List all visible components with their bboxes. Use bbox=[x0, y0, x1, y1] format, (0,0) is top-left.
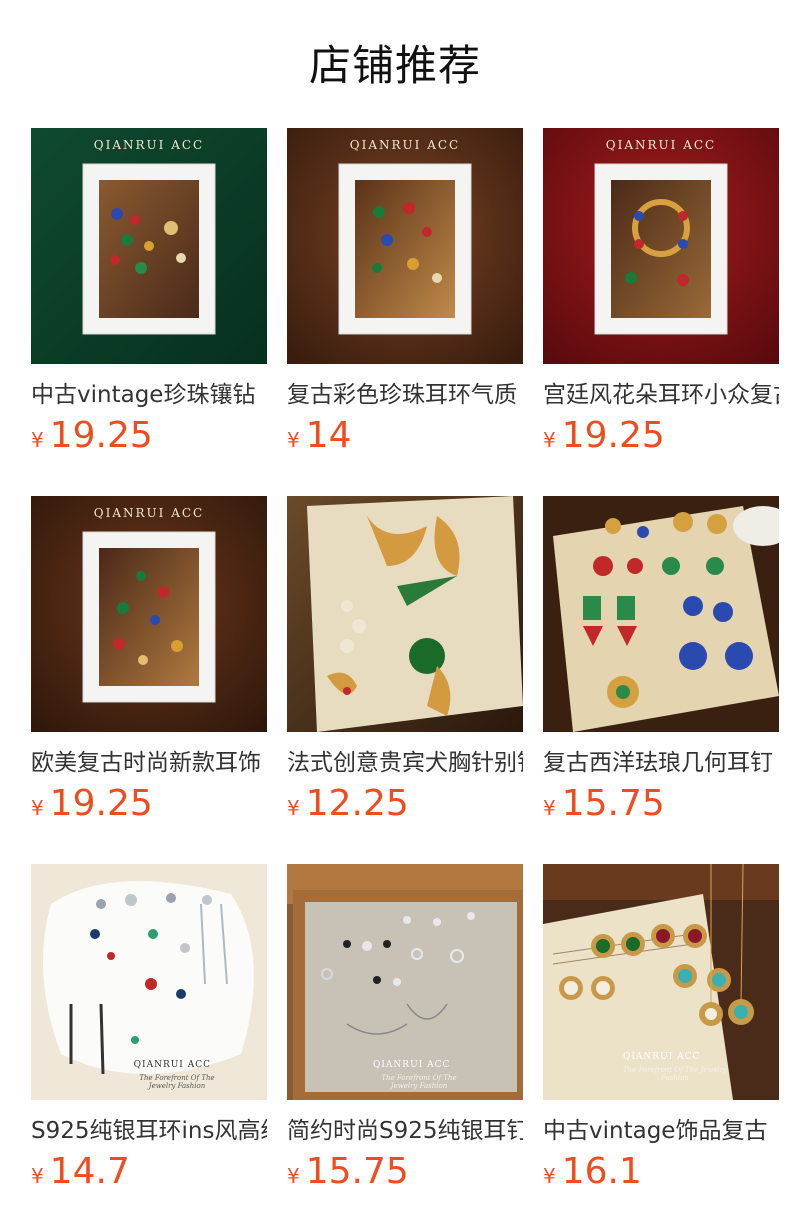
brand-watermark: QIANRUI ACC bbox=[133, 1060, 211, 1070]
brand-watermark: QIANRUI ACC bbox=[373, 1060, 451, 1070]
product-price: ¥15.75 bbox=[287, 1152, 523, 1198]
product-image[interactable]: QIANRUI ACC The Forefront Of The Jewelry… bbox=[31, 864, 267, 1100]
currency-symbol: ¥ bbox=[31, 1164, 44, 1188]
product-name[interactable]: 中古vintage珍珠镶钻 bbox=[31, 380, 267, 410]
product-name[interactable]: 复古彩色珍珠耳环气质 bbox=[287, 380, 523, 410]
product-price: ¥14 bbox=[287, 416, 523, 462]
product-name[interactable]: 宫廷风花朵耳环小众复古 bbox=[543, 380, 779, 410]
currency-symbol: ¥ bbox=[543, 428, 556, 452]
product-price: ¥19.25 bbox=[31, 784, 267, 830]
brand-tagline: The Forefront Of The Jewelry Fashion bbox=[139, 1074, 215, 1090]
product-card[interactable]: QIANRUI ACC 中古vintage珍珠镶钻 ¥19.25 bbox=[31, 128, 267, 456]
price-amount: 12.25 bbox=[305, 783, 409, 824]
product-image[interactable] bbox=[543, 496, 779, 732]
price-amount: 14.7 bbox=[49, 1151, 130, 1192]
price-amount: 15.75 bbox=[305, 1151, 409, 1192]
product-name[interactable]: 欧美复古时尚新款耳饰 bbox=[31, 748, 267, 778]
product-card[interactable]: QIANRUI ACC The Forefront Of The Jewelry… bbox=[543, 864, 779, 1192]
product-price: ¥15.75 bbox=[543, 784, 779, 830]
product-price: ¥14.7 bbox=[31, 1152, 267, 1198]
brand-watermark: QIANRUI ACC bbox=[93, 138, 205, 152]
product-name[interactable]: 中古vintage饰品复古 bbox=[543, 1116, 779, 1146]
price-amount: 16.1 bbox=[561, 1151, 642, 1192]
product-price: ¥19.25 bbox=[31, 416, 267, 462]
currency-symbol: ¥ bbox=[287, 1164, 300, 1188]
price-amount: 19.25 bbox=[49, 415, 153, 456]
product-name[interactable]: 法式创意贵宾犬胸针别针 bbox=[287, 748, 523, 778]
currency-symbol: ¥ bbox=[31, 428, 44, 452]
product-card[interactable]: QIANRUI ACC 欧美复古时尚新款耳饰 ¥19.25 bbox=[31, 496, 267, 824]
product-grid: QIANRUI ACC 中古vintage珍珠镶钻 ¥19.25 QIANRUI… bbox=[31, 128, 790, 1192]
product-card[interactable]: QIANRUI ACC The Forefront Of The Jewelry… bbox=[31, 864, 267, 1192]
product-name[interactable]: 复古西洋珐琅几何耳钉 bbox=[543, 748, 779, 778]
brand-tagline: The Forefront Of The Jewelry Fashion bbox=[622, 1066, 728, 1082]
product-card[interactable]: QIANRUI ACC 复古彩色珍珠耳环气质 ¥14 bbox=[287, 128, 523, 456]
price-amount: 14 bbox=[305, 415, 352, 456]
brand-watermark: QIANRUI ACC bbox=[605, 138, 717, 152]
product-price: ¥12.25 bbox=[287, 784, 523, 830]
product-name[interactable]: 简约时尚S925纯银耳钉 bbox=[287, 1116, 523, 1146]
product-image[interactable]: QIANRUI ACC The Forefront Of The Jewelry… bbox=[543, 864, 779, 1100]
section-title: 店铺推荐 bbox=[308, 41, 481, 90]
price-amount: 19.25 bbox=[49, 783, 153, 824]
price-amount: 19.25 bbox=[561, 415, 665, 456]
product-price: ¥16.1 bbox=[543, 1152, 779, 1198]
product-image[interactable]: QIANRUI ACC bbox=[31, 496, 267, 732]
product-price: ¥19.25 bbox=[543, 416, 779, 462]
product-image[interactable]: QIANRUI ACC bbox=[287, 128, 523, 364]
currency-symbol: ¥ bbox=[287, 796, 300, 820]
brand-tagline: The Forefront Of The Jewelry Fashion bbox=[381, 1074, 457, 1090]
currency-symbol: ¥ bbox=[543, 1164, 556, 1188]
product-card[interactable]: 复古西洋珐琅几何耳钉 ¥15.75 bbox=[543, 496, 779, 824]
product-card[interactable]: QIANRUI ACC The Forefront Of The Jewelry… bbox=[287, 864, 523, 1192]
currency-symbol: ¥ bbox=[31, 796, 44, 820]
product-card[interactable]: QIANRUI ACC 宫廷风花朵耳环小众复古 ¥19.25 bbox=[543, 128, 779, 456]
currency-symbol: ¥ bbox=[543, 796, 556, 820]
product-image[interactable]: QIANRUI ACC bbox=[31, 128, 267, 364]
product-card[interactable]: 法式创意贵宾犬胸针别针 ¥12.25 bbox=[287, 496, 523, 824]
price-amount: 15.75 bbox=[561, 783, 665, 824]
brand-watermark: QIANRUI ACC bbox=[623, 1052, 701, 1062]
currency-symbol: ¥ bbox=[287, 428, 300, 452]
product-image[interactable]: QIANRUI ACC bbox=[543, 128, 779, 364]
brand-watermark: QIANRUI ACC bbox=[349, 138, 461, 152]
brand-watermark: QIANRUI ACC bbox=[93, 506, 205, 520]
product-name[interactable]: S925纯银耳环ins风高级感 bbox=[31, 1116, 267, 1146]
product-image[interactable] bbox=[287, 496, 523, 732]
product-image[interactable]: QIANRUI ACC The Forefront Of The Jewelry… bbox=[287, 864, 523, 1100]
